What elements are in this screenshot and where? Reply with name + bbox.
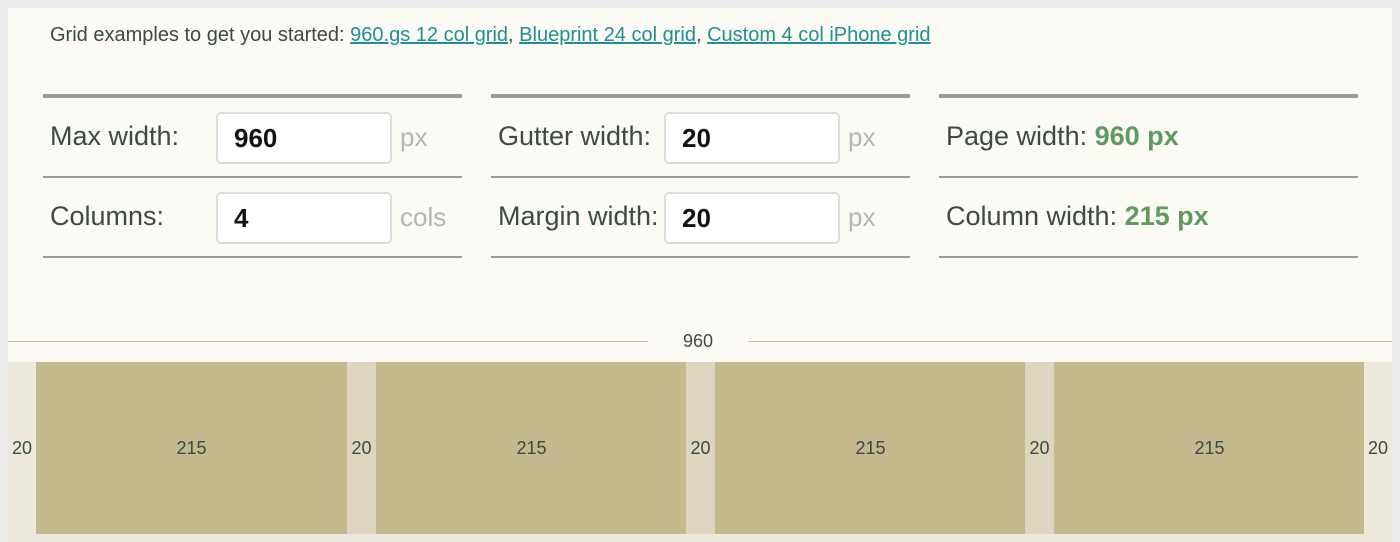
gutter-width-unit: px: [848, 122, 876, 152]
grid-margin-left: 20: [8, 362, 36, 534]
page-width-label: Page width:: [946, 121, 1088, 151]
settings-box-width-columns: Max width: px Columns: cols: [43, 94, 462, 258]
grid-column: 215: [376, 362, 687, 534]
gutter-width-label: Gutter width:: [498, 121, 652, 151]
grid-column: 215: [1054, 362, 1365, 534]
columns-label: Columns:: [50, 201, 165, 231]
max-width-unit: px: [400, 122, 428, 152]
margin-width-label: Margin width:: [498, 201, 659, 231]
settings-box-gutter-margin: Gutter width: px Margin width: px: [491, 94, 910, 258]
intro-text: Grid examples to get you started: 960.gs…: [50, 24, 931, 46]
max-width-input[interactable]: [216, 112, 392, 164]
link-blueprint-grid[interactable]: Blueprint 24 col grid: [519, 24, 696, 46]
column-width-row: Column width: 215 px: [939, 178, 1358, 258]
columns-row: Columns: cols: [43, 178, 462, 258]
columns-input[interactable]: [216, 192, 392, 244]
margin-width-row: Margin width: px: [491, 178, 910, 258]
columns-unit: cols: [400, 202, 447, 232]
page-width-value: 960 px: [1094, 121, 1179, 151]
results-box: Page width: 960 px Column width: 215 px: [939, 94, 1358, 258]
column-width-label: Column width:: [946, 201, 1118, 231]
grid-gutter: 20: [1025, 362, 1054, 534]
link-960gs-grid[interactable]: 960.gs 12 col grid: [350, 24, 508, 46]
total-width-label: 960: [648, 331, 748, 352]
page-width-result: Page width: 960 px: [946, 121, 1179, 152]
page-width-row: Page width: 960 px: [939, 98, 1358, 178]
grid-preview: 20 215 20 215 20 215 20 215 20: [8, 362, 1392, 542]
grid-column: 215: [36, 362, 347, 534]
max-width-row: Max width: px: [43, 98, 462, 178]
grid-gutter: 20: [347, 362, 376, 534]
grid-margin-right: 20: [1364, 362, 1392, 534]
max-width-label: Max width:: [50, 121, 180, 151]
gutter-width-input[interactable]: [664, 112, 840, 164]
grid-calculator-panel: Grid examples to get you started: 960.gs…: [8, 8, 1392, 542]
column-width-value: 215 px: [1124, 201, 1209, 231]
link-iphone-grid[interactable]: Custom 4 col iPhone grid: [707, 24, 930, 46]
gutter-width-row: Gutter width: px: [491, 98, 910, 178]
grid-column: 215: [715, 362, 1026, 534]
margin-width-input[interactable]: [664, 192, 840, 244]
intro-label: Grid examples to get you started:: [50, 24, 345, 46]
column-width-result: Column width: 215 px: [946, 201, 1209, 232]
grid-gutter: 20: [686, 362, 715, 534]
margin-width-unit: px: [848, 202, 876, 232]
